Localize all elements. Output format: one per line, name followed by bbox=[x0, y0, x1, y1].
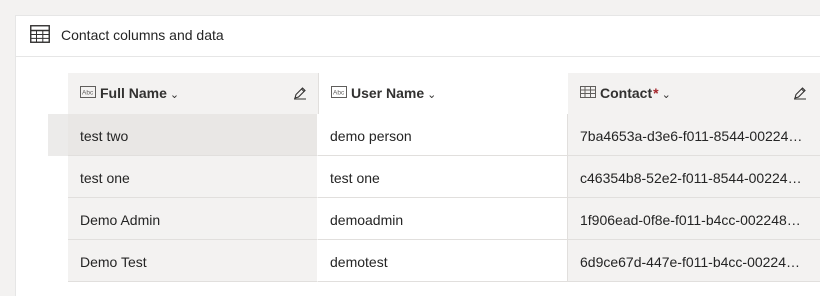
edit-pencil-icon[interactable] bbox=[293, 86, 307, 100]
table-row[interactable]: Demo Test demotest 6d9ce67d-447e-f011-b4… bbox=[48, 240, 820, 282]
edit-pencil-icon[interactable] bbox=[793, 86, 807, 100]
row-selector[interactable] bbox=[48, 198, 68, 240]
cell-user-name[interactable]: demoadmin bbox=[318, 198, 568, 240]
cell-full-name[interactable]: test one bbox=[68, 156, 318, 198]
column-label-contact: Contact bbox=[600, 85, 653, 101]
column-header-user-name[interactable]: Abc User Name ⌄ bbox=[318, 73, 568, 114]
column-label-user-name: User Name bbox=[351, 85, 425, 101]
required-marker: * bbox=[653, 85, 659, 101]
cell-full-name[interactable]: Demo Test bbox=[68, 240, 318, 282]
lookup-field-icon bbox=[580, 86, 596, 98]
contact-data-card: Contact columns and data Abc Full Name⌄ bbox=[15, 15, 820, 296]
cell-full-name[interactable]: Demo Admin bbox=[68, 198, 318, 240]
cell-full-name[interactable]: test two bbox=[68, 114, 318, 156]
column-header-contact[interactable]: Contact* ⌄ bbox=[568, 73, 820, 114]
cell-user-name[interactable]: demo person bbox=[318, 114, 568, 156]
chevron-down-icon[interactable]: ⌄ bbox=[170, 89, 179, 101]
row-selector[interactable] bbox=[48, 156, 68, 198]
row-selector[interactable] bbox=[48, 240, 68, 282]
cell-contact[interactable]: c46354b8-52e2-f011-8544-00224… bbox=[568, 156, 820, 198]
chevron-down-icon[interactable]: ⌄ bbox=[427, 89, 436, 101]
text-field-icon: Abc bbox=[331, 86, 347, 98]
table-header-row: Abc Full Name ⌄ Abc User Name ⌄ Contact*… bbox=[68, 73, 820, 114]
section-title: Contact columns and data bbox=[61, 27, 224, 43]
table-row[interactable]: test two demo person 7ba4653a-d3e6-f011-… bbox=[48, 114, 820, 156]
chevron-down-icon[interactable]: ⌄ bbox=[662, 89, 671, 101]
cell-contact[interactable]: 1f906ead-0f8e-f011-b4cc-002248… bbox=[568, 198, 820, 240]
column-header-full-name[interactable]: Abc Full Name ⌄ bbox=[68, 73, 318, 114]
cell-user-name[interactable]: demotest bbox=[318, 240, 568, 282]
card-header: Contact columns and data bbox=[16, 16, 820, 57]
cell-contact[interactable]: 6d9ce67d-447e-f011-b4cc-00224… bbox=[568, 240, 820, 282]
svg-text:Abc: Abc bbox=[333, 90, 345, 97]
column-label-full-name: Full Name bbox=[100, 85, 167, 101]
table-row[interactable]: test one test one c46354b8-52e2-f011-854… bbox=[48, 156, 820, 198]
table-row[interactable]: Demo Admin demoadmin 1f906ead-0f8e-f011-… bbox=[48, 198, 820, 240]
svg-text:Abc: Abc bbox=[82, 90, 94, 97]
cell-contact[interactable]: 7ba4653a-d3e6-f011-8544-00224… bbox=[568, 114, 820, 156]
row-selector[interactable] bbox=[48, 114, 68, 156]
table-grid-icon bbox=[30, 25, 50, 43]
text-field-icon: Abc bbox=[80, 86, 96, 98]
cell-user-name[interactable]: test one bbox=[318, 156, 568, 198]
